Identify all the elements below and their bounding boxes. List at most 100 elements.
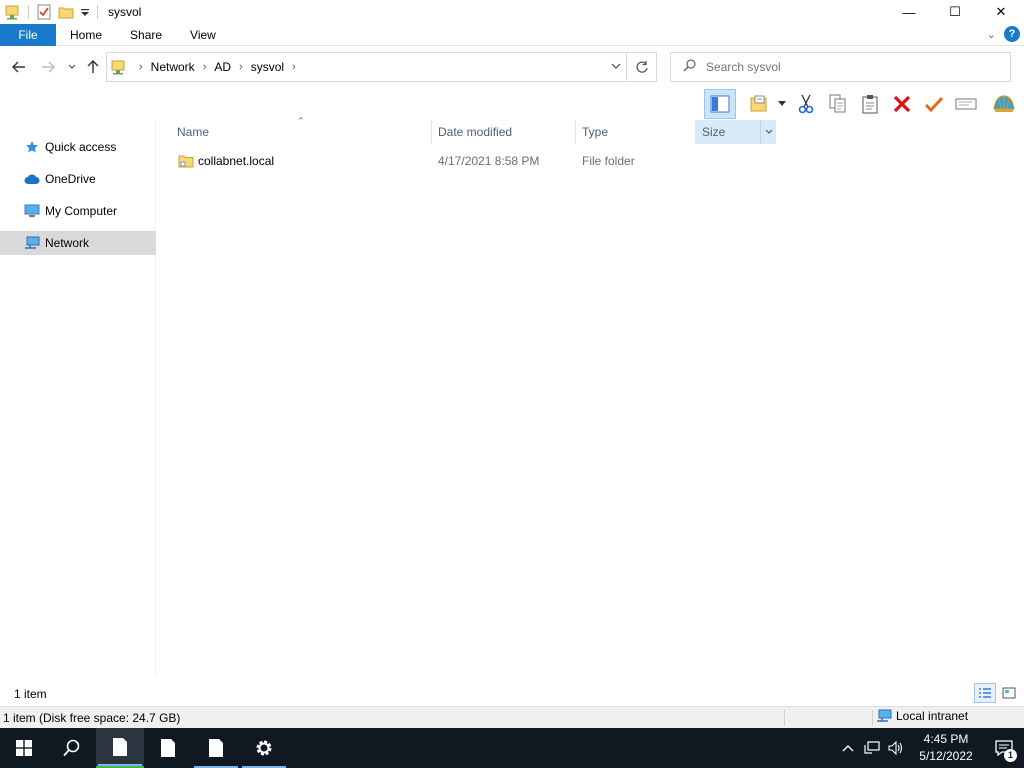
nav-item-label: OneDrive	[45, 172, 96, 186]
intranet-icon	[876, 709, 892, 723]
address-dropdown-icon[interactable]	[610, 60, 622, 75]
chevron-right-icon[interactable]: ›	[203, 61, 207, 73]
zone-label: Local intranet	[896, 709, 969, 723]
quick-access-toolbar	[0, 0, 102, 24]
search-box[interactable]	[670, 52, 1011, 82]
clock[interactable]: 4:45 PM 5/12/2022	[908, 731, 984, 765]
nav-item-onedrive[interactable]: OneDrive	[0, 167, 156, 191]
star-icon	[24, 139, 40, 155]
network-status-icon[interactable]	[860, 728, 884, 768]
tab-view[interactable]: View	[176, 24, 230, 46]
shell-icon[interactable]	[988, 89, 1020, 119]
column-label: Name	[177, 125, 210, 139]
refresh-button[interactable]	[626, 53, 656, 81]
nav-item-quick-access[interactable]: Quick access	[0, 135, 156, 159]
forward-button[interactable]	[37, 56, 59, 78]
show-hidden-icons-icon[interactable]	[836, 728, 860, 768]
disk-info: 1 item (Disk free space: 24.7 GB)	[3, 710, 181, 725]
breadcrumb-sysvol[interactable]: sysvol	[251, 60, 284, 74]
breadcrumb-ad[interactable]: AD	[214, 60, 231, 74]
address-bar[interactable]: › Network › AD › sysvol ›	[106, 52, 657, 82]
clock-date: 5/12/2022	[919, 749, 973, 763]
recent-locations-icon[interactable]	[61, 56, 83, 78]
chevron-right-icon[interactable]: ›	[292, 61, 296, 73]
security-zone: Local intranet	[876, 709, 968, 723]
column-header-type[interactable]: Type	[576, 120, 694, 144]
taskbar-app-explorer[interactable]	[96, 728, 144, 768]
file-date-modified: 4/17/2021 8:58 PM	[438, 154, 540, 168]
window-title: sysvol	[108, 5, 142, 19]
cut-icon[interactable]	[790, 89, 822, 119]
delete-icon[interactable]	[886, 89, 918, 119]
new-folder-icon[interactable]	[58, 4, 74, 20]
close-button[interactable]: ✕	[978, 0, 1024, 24]
back-button[interactable]	[8, 56, 30, 78]
search-input[interactable]	[706, 60, 986, 74]
tab-home[interactable]: Home	[56, 24, 116, 46]
title-bar: sysvol — ☐ ✕	[0, 0, 1024, 24]
details-view-icon[interactable]	[974, 683, 996, 703]
clock-time: 4:45 PM	[923, 732, 969, 746]
column-header-size[interactable]: Size	[695, 120, 776, 144]
column-label: Type	[582, 125, 609, 139]
nav-item-my-computer[interactable]: My Computer	[0, 199, 156, 223]
customize-dropdown-icon[interactable]	[80, 4, 90, 20]
computer-icon	[24, 203, 40, 219]
start-button[interactable]	[0, 728, 48, 768]
divider	[872, 710, 873, 726]
view-toggle	[974, 683, 1020, 703]
navigation-pane: Quick access OneDrive My Computer Networ…	[0, 120, 156, 675]
window-controls: — ☐ ✕	[886, 0, 1024, 24]
ribbon-tabs: File Home Share View ⌄ ?	[0, 23, 1024, 46]
large-icons-view-icon[interactable]	[998, 683, 1020, 703]
nav-item-label: Quick access	[45, 140, 117, 154]
maximize-button[interactable]: ☐	[932, 0, 978, 24]
new-item-button[interactable]	[744, 89, 776, 119]
rename-icon[interactable]	[950, 89, 982, 119]
column-header-name[interactable]: Name	[160, 120, 431, 144]
column-header-date-modified[interactable]: Date modified	[432, 120, 575, 144]
preview-pane-button[interactable]	[704, 89, 736, 119]
column-label: Date modified	[438, 125, 513, 139]
system-tray: 4:45 PM 5/12/2022 1	[836, 728, 1024, 768]
notification-center-button[interactable]: 1	[984, 728, 1024, 768]
network-icon	[24, 235, 40, 251]
new-item-dropdown-icon[interactable]	[776, 89, 788, 119]
expand-ribbon-icon[interactable]: ⌄	[987, 28, 996, 41]
folder-icon	[178, 153, 194, 172]
item-count: 1 item	[14, 687, 47, 701]
chevron-right-icon[interactable]: ›	[239, 61, 243, 73]
taskbar-app-settings[interactable]	[240, 728, 288, 768]
network-location-icon	[111, 59, 127, 75]
search-button[interactable]	[48, 728, 96, 768]
separator	[28, 5, 29, 19]
taskbar: 4:45 PM 5/12/2022 1	[0, 728, 1024, 768]
properties-icon[interactable]	[36, 4, 52, 20]
address-row: › Network › AD › sysvol ›	[0, 47, 1024, 87]
up-button[interactable]	[82, 56, 104, 78]
breadcrumb-network[interactable]: Network	[151, 60, 195, 74]
copy-icon[interactable]	[822, 89, 854, 119]
column-dropdown-icon[interactable]	[760, 120, 776, 144]
ribbon-right-controls: ⌄ ?	[987, 26, 1020, 42]
notification-badge: 1	[1004, 749, 1017, 762]
taskbar-app-document-2[interactable]	[192, 728, 240, 768]
search-icon	[683, 59, 696, 75]
list-item[interactable]: collabnet.local 4/17/2021 8:58 PM File f…	[172, 150, 792, 172]
status-bar: 1 item	[0, 683, 1024, 705]
taskbar-app-document[interactable]	[144, 728, 192, 768]
file-name: collabnet.local	[198, 154, 275, 168]
help-icon[interactable]: ?	[1004, 26, 1020, 42]
checkmark-icon[interactable]	[918, 89, 950, 119]
nav-item-network[interactable]: Network	[0, 231, 156, 255]
minimize-button[interactable]: —	[886, 0, 932, 24]
network-folder-icon[interactable]	[5, 4, 21, 20]
command-toolbar	[700, 88, 1020, 120]
tab-share[interactable]: Share	[116, 24, 176, 46]
volume-icon[interactable]	[884, 728, 908, 768]
paste-icon[interactable]	[854, 89, 886, 119]
chevron-right-icon[interactable]: ›	[139, 61, 143, 73]
tab-file[interactable]: File	[0, 23, 56, 46]
column-label: Size	[702, 125, 726, 139]
file-list: ⌃ Name Date modified Type Size collabnet…	[160, 116, 1024, 675]
